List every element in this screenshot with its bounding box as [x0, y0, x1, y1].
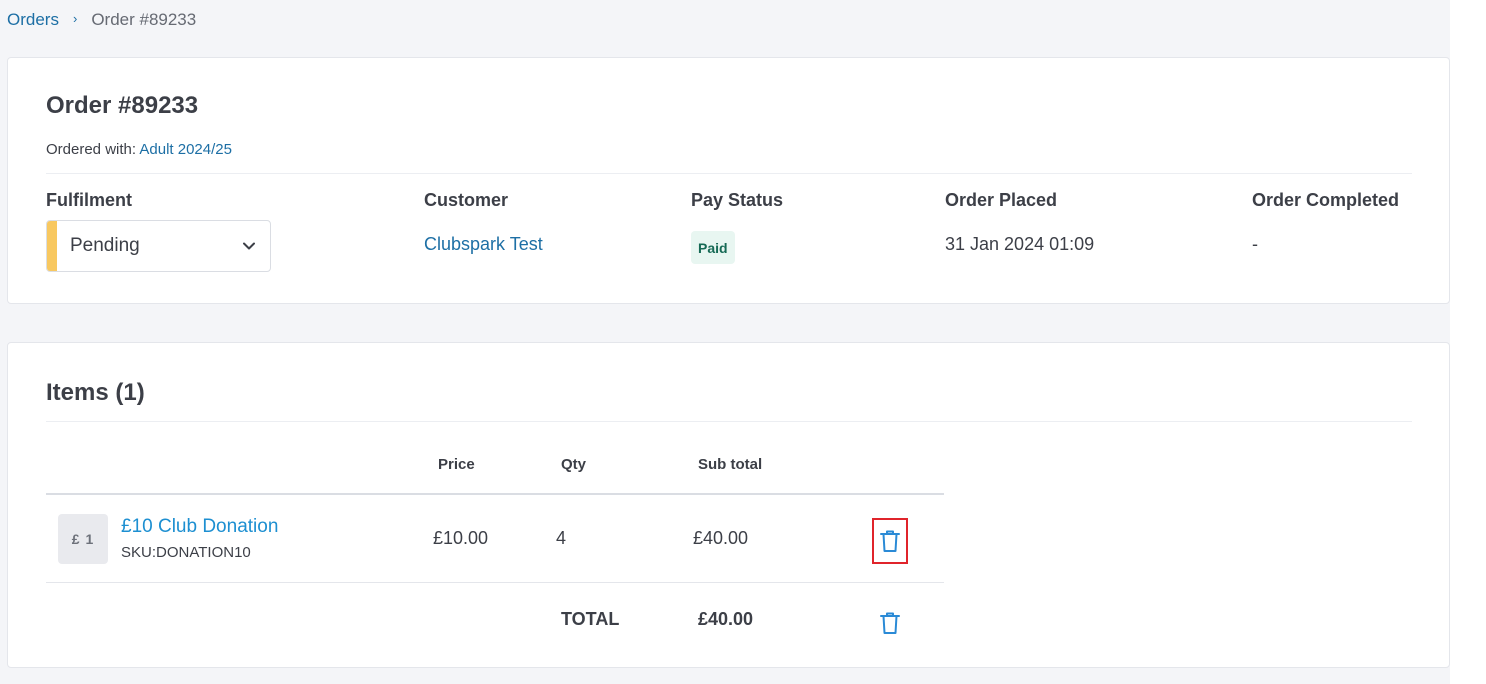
customer-label: Customer	[424, 190, 509, 210]
column-header-subtotal: Sub total	[698, 456, 763, 473]
delete-all-button[interactable]	[872, 600, 908, 646]
breadcrumb-current: Order #89233	[91, 10, 197, 29]
item-price: £10.00	[433, 528, 489, 548]
ordered-with-link[interactable]: Adult 2024/25	[139, 141, 232, 158]
fulfilment-value: Pending	[70, 235, 140, 256]
order-placed-value: 31 Jan 2024 01:09	[945, 234, 1095, 254]
item-qty: 4	[556, 528, 567, 548]
table-header-divider	[46, 493, 944, 495]
fulfilment-status-bar	[47, 221, 57, 271]
chevron-down-icon	[243, 242, 255, 250]
column-header-qty: Qty	[561, 456, 587, 473]
item-name-link[interactable]: £10 Club Donation	[121, 516, 278, 538]
page-title: Order #89233	[46, 92, 199, 119]
item-sku: SKU:DONATION10	[121, 544, 251, 561]
column-header-price: Price	[438, 456, 475, 473]
total-label: TOTAL	[561, 609, 620, 629]
delete-item-button[interactable]	[872, 518, 908, 564]
fulfilment-label: Fulfilment	[46, 190, 132, 210]
ordered-with: Ordered with: Adult 2024/25	[46, 141, 232, 158]
trash-icon	[880, 612, 900, 634]
item-thumbnail: £ 1	[58, 514, 108, 564]
order-summary-card: Order #89233 Ordered with: Adult 2024/25…	[7, 57, 1450, 304]
divider	[46, 421, 1412, 422]
order-completed-label: Order Completed	[1252, 190, 1400, 210]
status-badge: Paid	[691, 231, 735, 264]
order-completed-value: -	[1252, 234, 1258, 254]
customer-link[interactable]: Clubspark Test	[424, 234, 543, 255]
item-subtotal: £40.00	[693, 528, 749, 548]
items-title: Items (1)	[46, 379, 145, 406]
chevron-right-icon: ›	[72, 10, 78, 26]
page-right-strip	[1450, 0, 1486, 684]
fulfilment-select[interactable]: Pending	[46, 220, 271, 272]
divider	[46, 173, 1412, 174]
total-value: £40.00	[698, 609, 754, 629]
order-placed-label: Order Placed	[945, 190, 1058, 210]
row-divider	[46, 582, 944, 583]
pay-status-label: Pay Status	[691, 190, 784, 210]
items-card: Items (1) Price Qty Sub total £ 1 £10 Cl…	[7, 342, 1450, 668]
trash-icon	[880, 530, 900, 552]
ordered-with-label: Ordered with:	[46, 141, 137, 158]
breadcrumb-orders-link[interactable]: Orders	[7, 10, 59, 30]
breadcrumb: Orders › Order #89233	[7, 9, 196, 31]
